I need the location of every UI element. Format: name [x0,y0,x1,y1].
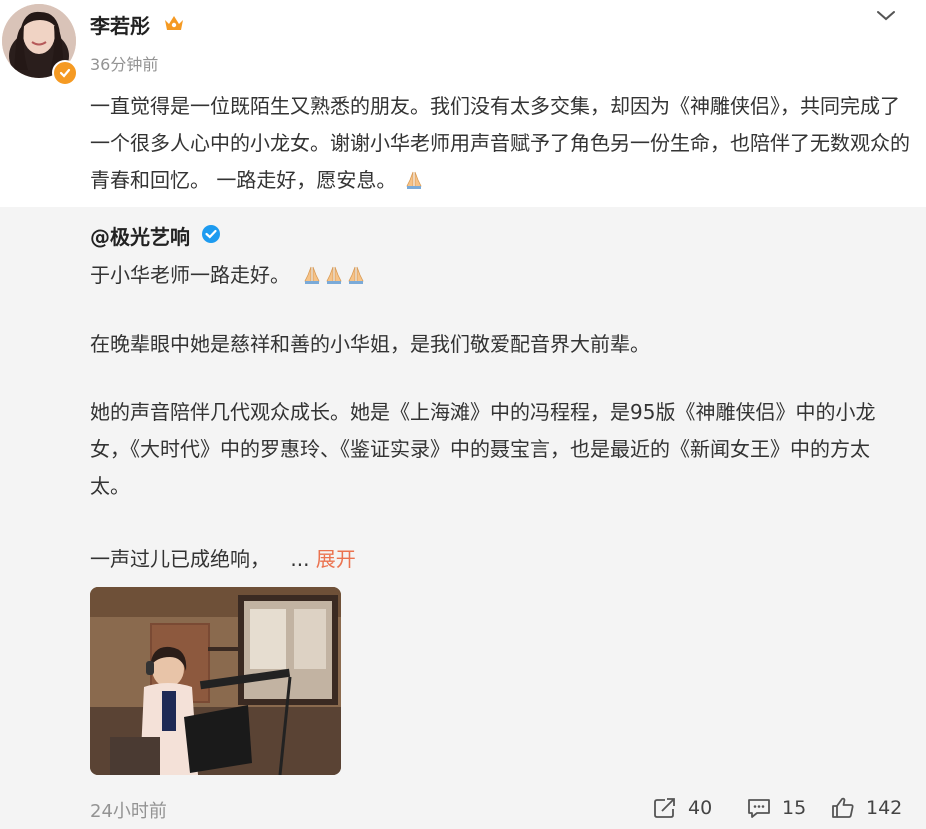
praying-hands-icon [404,165,424,202]
like-button[interactable]: 142 [830,793,902,823]
share-icon [654,798,675,818]
repost-line-1: 于小华老师一路走好。 [90,259,366,290]
post-text-content: 一直觉得是一位既陌生又熟悉的朋友。我们没有太多交集，却因为《神雕侠侣》，共同完成… [90,94,910,192]
repost-count: 40 [688,797,713,819]
post-header: 李若彤 36分钟前 [0,0,926,90]
like-count: 142 [866,797,903,819]
repost-line-2: 在晚辈眼中她是慈祥和善的小华姐，是我们敬爱配音界大前辈。 [90,332,650,356]
praying-hands-icon [302,265,366,290]
post-timestamp[interactable]: 36分钟前 [90,51,158,75]
post-author-name[interactable]: 李若彤 [90,10,150,39]
ellipsis: ... [290,547,310,571]
comment-button[interactable]: 15 [746,793,806,823]
comment-count: 15 [782,797,807,819]
post-text: 一直觉得是一位既陌生又熟悉的朋友。我们没有太多交集，却因为《神雕侠侣》，共同完成… [90,88,910,202]
thumbs-up-icon [832,797,854,818]
chevron-down-icon[interactable] [874,6,898,26]
expand-link[interactable]: 展开 [316,547,356,571]
repost-photo[interactable] [90,587,341,775]
repost-truncated-text: 一声过儿已成绝响， [90,547,270,571]
verified-badge-icon [52,60,78,86]
repost-line-1-text: 于小华老师一路走好。 [90,263,290,287]
repost-truncated-line: 一声过儿已成绝响， ... 展开 [90,543,356,572]
verified-icon [202,225,220,243]
repost-paragraph: 她的声音陪伴几代观众成长。她是《上海滩》中的冯程程，是95版《神雕侠侣》中的小龙… [90,400,876,498]
repost-card[interactable]: @极光艺响 于小华老师一路走好。 在晚辈眼中她是慈祥和善的小华姐，是我们敬爱配音… [0,207,926,829]
repost-author-name[interactable]: @极光艺响 [90,221,190,250]
repost-button[interactable]: 40 [652,793,712,823]
repost-timestamp[interactable]: 24小时前 [90,797,167,823]
crown-icon [165,16,183,30]
comment-icon [748,799,770,818]
